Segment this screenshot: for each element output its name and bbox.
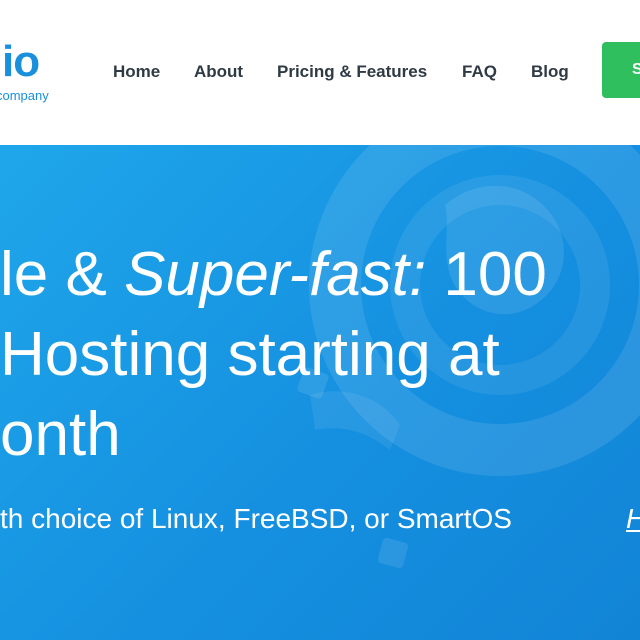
hero-subtitle: th choice of Linux, FreeBSD, or SmartOS	[0, 503, 512, 534]
nav-about[interactable]: About	[194, 62, 243, 82]
logo[interactable]: io	[2, 40, 40, 84]
hero-section: le & Super-fast: 100 Hosting starting at…	[0, 145, 640, 640]
nav-faq[interactable]: FAQ	[462, 62, 497, 82]
hero-title-line-2: Hosting starting at	[0, 320, 500, 389]
logo-tagline: company	[0, 88, 49, 103]
site-header: io company Home About Pricing & Features…	[0, 0, 640, 145]
signup-button[interactable]: S	[602, 42, 640, 98]
nav-blog[interactable]: Blog	[531, 62, 569, 82]
nav-home[interactable]: Home	[113, 62, 160, 82]
hero-title-line-1: le & Super-fast: 100	[0, 240, 547, 309]
nav-pricing-features[interactable]: Pricing & Features	[277, 62, 427, 82]
hero-title-line-3: onth	[0, 400, 121, 469]
hero-link[interactable]: H	[626, 503, 640, 535]
